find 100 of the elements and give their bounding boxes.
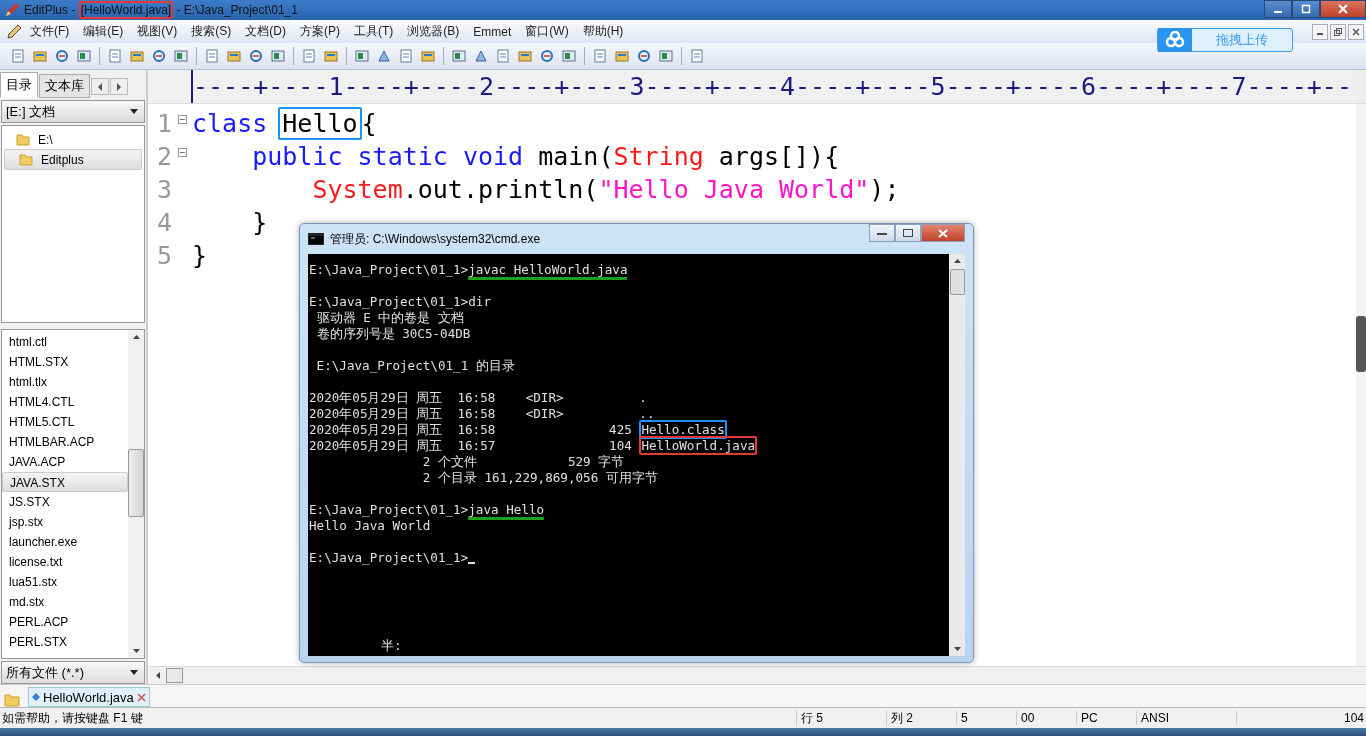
- file-item[interactable]: PERL.ACP: [2, 612, 128, 632]
- sidebar-tab[interactable]: 文本库: [39, 74, 90, 98]
- dropdown-arrow-icon: [130, 109, 138, 114]
- status-help-text: 如需帮助，请按键盘 F1 键: [1, 709, 144, 727]
- restore-icon: [1334, 27, 1342, 36]
- line-number: 2: [155, 142, 172, 171]
- scrollbar-thumb[interactable]: [166, 668, 183, 683]
- file-item[interactable]: jsp.stx: [2, 512, 128, 532]
- drive-dropdown[interactable]: [E:] 文档: [1, 100, 145, 123]
- menu-item[interactable]: Emmet: [467, 22, 518, 41]
- down-arrow-icon[interactable]: [132, 649, 140, 653]
- line-number: 4: [155, 208, 172, 237]
- scroll-right-button[interactable]: [110, 78, 128, 95]
- minimize-button[interactable]: [1264, 0, 1292, 18]
- file-item[interactable]: lua51.stx: [2, 572, 128, 592]
- file-item[interactable]: JS.STX: [2, 492, 128, 512]
- line-number: 3: [155, 175, 172, 204]
- line-number: 5: [155, 241, 172, 270]
- file-item[interactable]: license.txt: [2, 552, 128, 572]
- maximize-button[interactable]: [1292, 0, 1320, 18]
- file-item[interactable]: HTML4.CTL: [2, 392, 128, 412]
- code-line: class Hello {: [192, 109, 377, 138]
- cloud-icon: [1158, 28, 1192, 52]
- close-button[interactable]: [1348, 23, 1364, 40]
- code-line: public static void main(String args[]){: [251, 142, 840, 171]
- file-item[interactable]: launcher.exe: [2, 532, 128, 552]
- file-item[interactable]: HTML.STX: [2, 352, 128, 372]
- console-line: 2020年05月29日 周五 16:57 104 HelloWorld.java: [309, 438, 759, 454]
- scroll-left-button[interactable]: [91, 78, 109, 95]
- status-field: 5: [956, 711, 1016, 725]
- scrollbar[interactable]: [1356, 104, 1366, 666]
- left-arrow-icon: [97, 82, 103, 91]
- restore-button[interactable]: [1330, 23, 1346, 40]
- fold-icon[interactable]: [177, 115, 187, 124]
- console-line: E:\Java_Project\01_1>javac HelloWorld.java: [309, 262, 949, 278]
- close-button[interactable]: [921, 224, 965, 242]
- document-tab[interactable]: HelloWorld.java: [28, 687, 150, 707]
- down-arrow-icon[interactable]: [953, 647, 961, 651]
- folder-item[interactable]: E:\: [4, 130, 142, 149]
- menu-item[interactable]: 搜索(S): [185, 21, 238, 42]
- file-item[interactable]: JAVA.ACP: [2, 452, 128, 472]
- menu-item[interactable]: 浏览器(B): [401, 21, 466, 42]
- menu-item[interactable]: 方案(P): [294, 21, 346, 42]
- up-arrow-icon[interactable]: [953, 259, 961, 263]
- window-title: EditPlus - [HelloWorld.java] - E:\Java_Project\01_1: [24, 3, 298, 17]
- fold-icon[interactable]: [177, 148, 187, 157]
- scrollbar-thumb[interactable]: [1356, 316, 1366, 372]
- file-item[interactable]: md.stx: [2, 592, 128, 612]
- minimize-icon: [877, 231, 887, 235]
- close-button[interactable]: [1320, 0, 1366, 18]
- console-line: E:\Java_Project\01_1>java Hello: [309, 502, 949, 518]
- scrollbar[interactable]: [949, 254, 965, 656]
- close-icon: [1338, 4, 1348, 14]
- up-arrow-icon[interactable]: [132, 335, 140, 339]
- menu-item[interactable]: 工具(T): [348, 21, 400, 42]
- console-line: E:\Java_Project\01_1>: [309, 550, 949, 566]
- code-line: }: [192, 241, 208, 270]
- console-line: 2 个目录 161,229,869,056 可用字节: [421, 470, 659, 486]
- console-line: 驱动器 E 中的卷是 文档: [315, 310, 465, 326]
- file-item[interactable]: JAVA.STX: [2, 472, 128, 492]
- menu-item[interactable]: 编辑(E): [77, 21, 130, 42]
- folder-icon: [16, 133, 30, 146]
- console-line: Hello Java World: [309, 518, 432, 534]
- scrollbar[interactable]: [128, 330, 144, 658]
- status-field: 104: [1236, 711, 1366, 725]
- left-arrow-icon[interactable]: [156, 672, 160, 679]
- menu-item[interactable]: 窗口(W): [519, 21, 575, 42]
- text-cursor: [468, 562, 476, 564]
- close-icon: [1352, 27, 1360, 36]
- status-field: ANSI: [1136, 711, 1236, 725]
- menu-item[interactable]: 帮助(H): [576, 21, 630, 42]
- file-item[interactable]: html.ctl: [2, 332, 128, 352]
- folder-item[interactable]: Editplus: [4, 149, 142, 170]
- console-line: E:\Java_Project\01_1 的目录: [315, 358, 516, 374]
- close-icon: [938, 228, 948, 238]
- scrollbar-thumb[interactable]: [949, 269, 965, 295]
- close-icon[interactable]: [136, 692, 146, 702]
- pencil-icon: [6, 23, 22, 40]
- menu-item[interactable]: 文档(D): [239, 21, 292, 42]
- ime-status: 半:: [380, 638, 403, 654]
- console-line: E:\Java_Project\01_1>dir: [309, 294, 492, 310]
- dropdown-arrow-icon: [130, 670, 138, 675]
- right-arrow-icon: [116, 82, 122, 91]
- minimize-icon: [1274, 11, 1282, 13]
- menu-item[interactable]: 视图(V): [131, 21, 184, 42]
- console-line: 卷的序列号是 30C5-04DB: [315, 326, 472, 342]
- file-filter-dropdown[interactable]: 所有文件 (*.*): [1, 661, 145, 684]
- minimize-button[interactable]: [869, 224, 895, 242]
- sidebar-tab[interactable]: 目录: [0, 72, 38, 98]
- menu-item[interactable]: 文件(F): [24, 21, 76, 42]
- console-line: 2020年05月29日 周五 16:58 425 Hello.class: [309, 422, 728, 438]
- file-item[interactable]: HTMLBAR.ACP: [2, 432, 128, 452]
- scrollbar-thumb[interactable]: [128, 449, 144, 517]
- minimize-button[interactable]: [1312, 23, 1328, 40]
- horizontal-scrollbar[interactable]: [148, 666, 1366, 684]
- file-item[interactable]: HTML5.CTL: [2, 412, 128, 432]
- file-item[interactable]: PERL.STX: [2, 632, 128, 652]
- file-item[interactable]: html.tlx: [2, 372, 128, 392]
- maximize-button[interactable]: [895, 224, 921, 242]
- code-line: }: [251, 208, 268, 237]
